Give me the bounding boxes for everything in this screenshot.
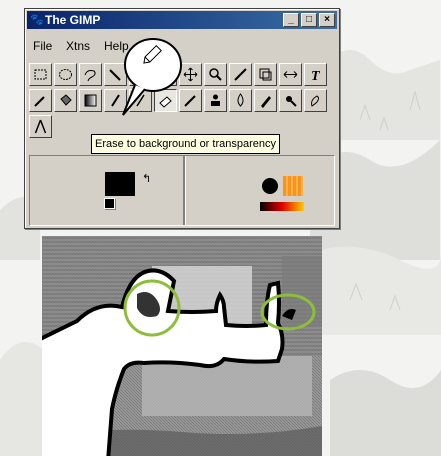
minimize-button[interactable]: _ xyxy=(283,13,299,27)
bucket-icon xyxy=(60,94,72,106)
rect-select-tool[interactable] xyxy=(29,63,52,86)
ink-tool[interactable] xyxy=(254,89,277,112)
blur-tool[interactable] xyxy=(229,89,252,112)
ink-pen-icon xyxy=(261,96,271,108)
maximize-button[interactable]: □ xyxy=(301,13,317,27)
measure-tool[interactable] xyxy=(29,115,52,138)
gimp-logo-icon: 🐾 xyxy=(30,14,44,26)
clone-tool[interactable] xyxy=(204,89,227,112)
eyedropper-icon xyxy=(34,96,45,107)
pattern-preview[interactable] xyxy=(283,176,303,196)
flip-tool[interactable] xyxy=(279,63,302,86)
gimp-toolbox-window: 🐾 The GIMP _ □ × File Xtns Help T Erase … xyxy=(24,8,340,229)
rect-select-icon xyxy=(34,69,47,80)
brush-preview[interactable] xyxy=(262,178,278,194)
svg-text:T: T xyxy=(311,69,321,83)
magnifier-icon xyxy=(209,68,222,81)
crop-tool[interactable] xyxy=(229,63,252,86)
zoom-tool[interactable] xyxy=(204,63,227,86)
tool-tooltip: Erase to background or transparency xyxy=(91,134,280,154)
color-picker-tool[interactable] xyxy=(29,89,52,112)
panel-divider xyxy=(183,156,186,225)
window-title: The GIMP xyxy=(45,13,101,27)
text-icon: T xyxy=(311,69,321,83)
gradient-icon xyxy=(84,94,97,107)
close-button[interactable]: × xyxy=(319,13,335,27)
menu-xtns[interactable]: Xtns xyxy=(66,39,90,53)
flip-arrows-icon xyxy=(283,71,298,78)
foreground-color-swatch[interactable] xyxy=(105,172,135,196)
water-drop-icon xyxy=(237,93,244,107)
lasso-tool[interactable] xyxy=(79,63,102,86)
ellipse-select-icon xyxy=(59,69,72,80)
edited-image-canvas xyxy=(42,236,322,456)
text-tool[interactable]: T xyxy=(304,63,327,86)
lasso-icon xyxy=(84,70,96,82)
dodge-burn-tool[interactable] xyxy=(279,89,302,112)
knife-icon xyxy=(234,68,247,81)
compass-icon xyxy=(34,119,47,134)
swap-colors-icon[interactable]: ↰ xyxy=(142,172,151,185)
gradient-preview[interactable] xyxy=(260,202,304,211)
finger-icon xyxy=(311,95,319,107)
smudge-tool[interactable] xyxy=(304,89,327,112)
color-panel: ↰ xyxy=(29,155,335,226)
reset-colors-icon[interactable] xyxy=(104,198,115,209)
pencil-callout xyxy=(122,38,182,116)
menu-file[interactable]: File xyxy=(33,39,52,53)
transform-tool[interactable] xyxy=(254,63,277,86)
dodge-burn-icon xyxy=(286,96,297,107)
ellipse-select-tool[interactable] xyxy=(54,63,77,86)
title-bar: 🐾 The GIMP _ □ × xyxy=(27,11,337,29)
bucket-fill-tool[interactable] xyxy=(54,89,77,112)
transform-icon xyxy=(259,68,272,81)
stamp-icon xyxy=(211,94,220,106)
gradient-tool[interactable] xyxy=(79,89,102,112)
